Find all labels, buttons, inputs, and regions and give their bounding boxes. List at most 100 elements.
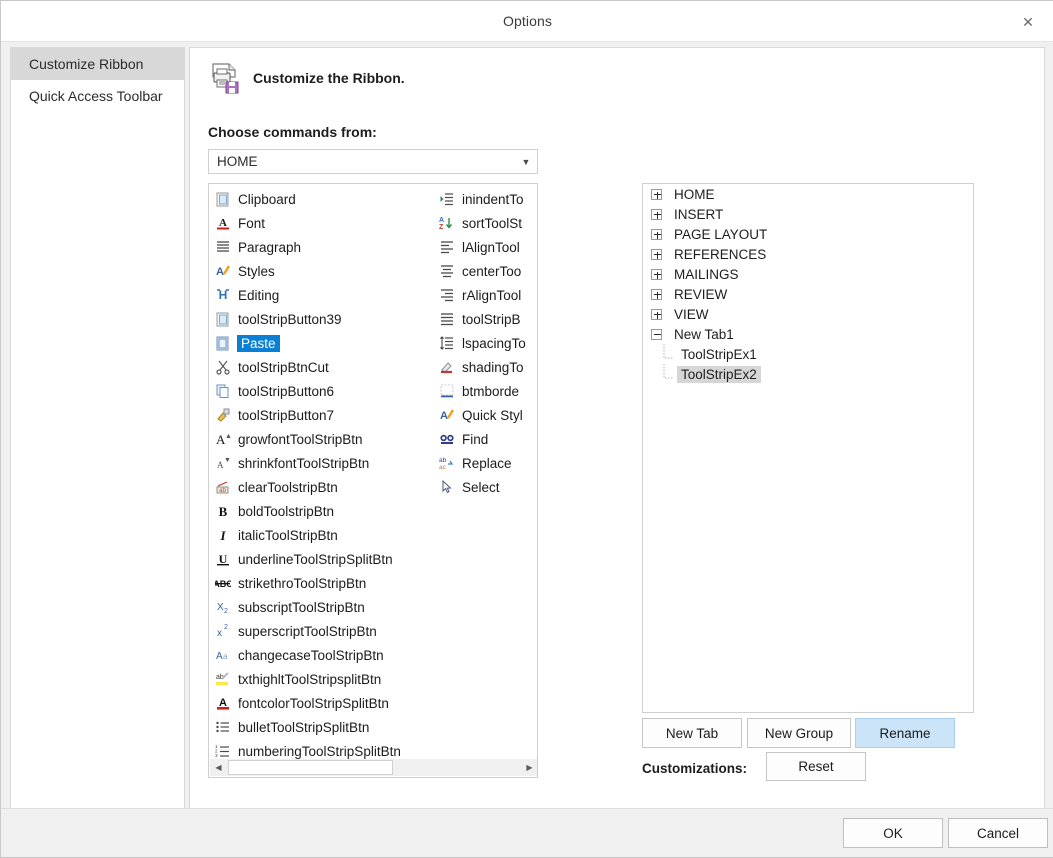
tree-child-node[interactable]: ToolStripEx1 (643, 344, 973, 364)
command-label: centerToo (462, 263, 522, 279)
command-list-item[interactable]: x 2 superscriptToolStripBtn (213, 619, 435, 643)
cancel-button[interactable]: Cancel (948, 818, 1048, 848)
tree-node-label: HOME (674, 186, 715, 202)
command-list-item[interactable]: A Quick Styl (437, 403, 537, 427)
choose-commands-label: Choose commands from: (208, 124, 377, 140)
command-label: txthighltToolStripsplitBtn (238, 671, 382, 687)
ok-button[interactable]: OK (843, 818, 943, 848)
command-list-item[interactable]: ab txthighltToolStripsplitBtn (213, 667, 435, 691)
command-list-item[interactable]: ABC strikethroToolStripBtn (213, 571, 435, 595)
expand-plus-icon[interactable] (651, 268, 662, 280)
sidebar-item-quick-access-toolbar[interactable]: Quick Access Toolbar (11, 80, 184, 112)
command-list-item[interactable]: lAlignTool (437, 235, 537, 259)
command-list-item[interactable]: A ZsortToolSt (437, 211, 537, 235)
expand-plus-icon[interactable] (651, 288, 662, 300)
tree-node-label: VIEW (674, 306, 709, 322)
bottomborder-icon (437, 382, 457, 400)
command-list-item[interactable]: Paragraph (213, 235, 435, 259)
expand-plus-icon[interactable] (651, 308, 662, 320)
command-list-item[interactable]: toolStripB (437, 307, 537, 331)
expand-plus-icon[interactable] (651, 188, 662, 200)
command-list-item[interactable]: toolStripButton6 (213, 379, 435, 403)
tree-node[interactable]: HOME (643, 184, 973, 204)
panel-header-label: Customize the Ribbon. (253, 70, 405, 86)
command-label: rAlignTool (462, 287, 522, 303)
bullets-icon (213, 718, 233, 736)
new-group-button[interactable]: New Group (747, 718, 851, 748)
command-label: fontcolorToolStripSplitBtn (238, 695, 389, 711)
command-list-item[interactable]: H Editing (213, 283, 435, 307)
command-label: lAlignTool (462, 239, 520, 255)
svg-text:2: 2 (224, 608, 228, 615)
close-icon[interactable]: ✕ (1012, 10, 1044, 34)
svg-text:A: A (216, 651, 223, 662)
command-label: inindentTo (462, 191, 524, 207)
command-list-item[interactable]: Select (437, 475, 537, 499)
options-dialog: Options ✕ Customize Ribbon Quick Access … (0, 0, 1053, 858)
sort-icon: AZ (437, 214, 457, 232)
customize-ribbon-panel: Customize the Ribbon. Choose commands fr… (189, 47, 1045, 810)
command-label: toolStripButton39 (238, 311, 342, 327)
command-list-item[interactable]: ab ac Replace (437, 451, 537, 475)
command-list-item[interactable]: A Font (213, 211, 435, 235)
print-save-icon (207, 60, 243, 96)
command-list-item[interactable]: Paste (213, 331, 435, 355)
tree-node[interactable]: VIEW (643, 304, 973, 324)
expand-plus-icon[interactable] (651, 208, 662, 220)
tree-node[interactable]: New Tab1 (643, 324, 973, 344)
command-list-item[interactable]: btmborde (437, 379, 537, 403)
tree-node-label: PAGE LAYOUT (674, 226, 768, 242)
command-list-item[interactable]: toolStripButton7 (213, 403, 435, 427)
command-list-item[interactable]: Clipboard (213, 187, 435, 211)
ribbon-tree[interactable]: HOME INSERT PAGE LAYOUT REFERENCES MAILINGS R… (642, 183, 974, 713)
command-list-item[interactable]: BboldToolstripBtn (213, 499, 435, 523)
commands-column-primary: Clipboard A Font Paragraph A Styles H Editing to… (213, 187, 435, 765)
command-list-item[interactable]: A Styles (213, 259, 435, 283)
tree-child-node[interactable]: ToolStripEx2 (643, 364, 973, 384)
tree-node[interactable]: REFERENCES (643, 244, 973, 264)
scroll-left-icon[interactable]: ◀ (210, 759, 227, 776)
quickstyles-icon: A (437, 406, 457, 424)
tree-node[interactable]: PAGE LAYOUT (643, 224, 973, 244)
command-list-item[interactable]: lspacingTo (437, 331, 537, 355)
command-list-item[interactable]: shadingTo (437, 355, 537, 379)
commands-list[interactable]: Clipboard A Font Paragraph A Styles H Editing to… (208, 183, 538, 778)
collapse-minus-icon[interactable] (651, 328, 662, 340)
svg-text:a: a (223, 652, 228, 661)
command-list-item[interactable]: UunderlineToolStripSplitBtn (213, 547, 435, 571)
command-list-item[interactable]: rAlignTool (437, 283, 537, 307)
command-list-item[interactable]: centerToo (437, 259, 537, 283)
command-list-item[interactable]: ab clearToolstripBtn (213, 475, 435, 499)
rename-button[interactable]: Rename (855, 718, 955, 748)
horizontal-scrollbar[interactable]: ◀ ▶ (210, 759, 537, 776)
command-list-item[interactable]: Aa changecaseToolStripBtn (213, 643, 435, 667)
commands-list-inner: Clipboard A Font Paragraph A Styles H Editing to… (209, 187, 537, 765)
choose-commands-dropdown[interactable]: HOME ▼ (208, 149, 538, 174)
scrollbar-thumb[interactable] (228, 760, 393, 775)
svg-text:A: A (217, 460, 224, 470)
scroll-right-icon[interactable]: ▶ (521, 759, 537, 776)
clearformat-icon: ab (213, 478, 233, 496)
increaseindent-icon (437, 190, 457, 208)
reset-button[interactable]: Reset (766, 752, 866, 781)
command-list-item[interactable]: Find (437, 427, 537, 451)
command-list-item[interactable]: IitalicToolStripBtn (213, 523, 435, 547)
command-list-item[interactable]: A▲ growfontToolStripBtn (213, 427, 435, 451)
command-label: toolStripBtnCut (238, 359, 329, 375)
expand-plus-icon[interactable] (651, 228, 662, 240)
command-list-item[interactable]: AfontcolorToolStripSplitBtn (213, 691, 435, 715)
command-list-item[interactable]: bulletToolStripSplitBtn (213, 715, 435, 739)
tree-node[interactable]: MAILINGS (643, 264, 973, 284)
command-list-item[interactable]: inindentTo (437, 187, 537, 211)
title-bar: Options ✕ (1, 1, 1053, 42)
command-list-item[interactable]: toolStripBtnCut (213, 355, 435, 379)
tree-node[interactable]: INSERT (643, 204, 973, 224)
command-list-item[interactable]: A ▼ shrinkfontToolStripBtn (213, 451, 435, 475)
new-tab-button[interactable]: New Tab (642, 718, 742, 748)
expand-plus-icon[interactable] (651, 248, 662, 260)
command-list-item[interactable]: X 2 subscriptToolStripBtn (213, 595, 435, 619)
svg-text:B: B (219, 504, 228, 519)
command-list-item[interactable]: toolStripButton39 (213, 307, 435, 331)
sidebar-item-customize-ribbon[interactable]: Customize Ribbon (11, 48, 184, 80)
tree-node[interactable]: REVIEW (643, 284, 973, 304)
